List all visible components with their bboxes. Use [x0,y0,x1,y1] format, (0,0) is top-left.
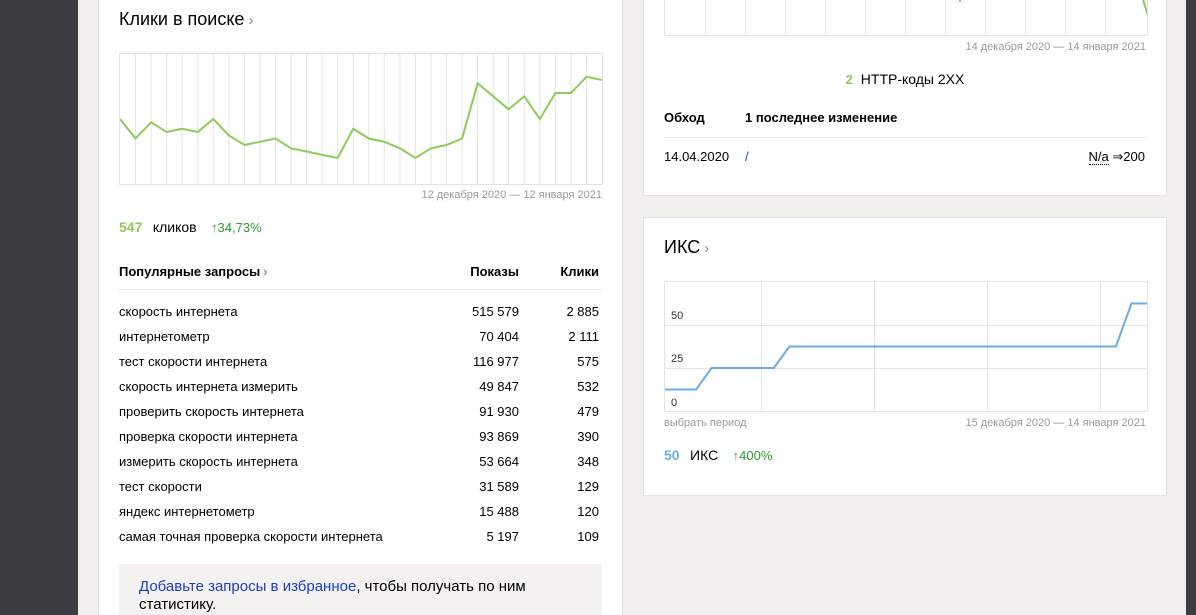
crawl-date: 14.04.2020 [664,149,730,164]
clicks-card: Клики в поиске › 12 декабря 2020 — 12 янв… [98,0,623,615]
clicks-chart[interactable] [119,53,603,185]
query-cell: тест скорости [119,479,202,494]
table-row[interactable]: проверить скорость интернета 91 930 479 [119,399,601,424]
table-row[interactable]: тест скорости интернета 116 977 575 [119,349,601,374]
status-from[interactable]: N/a [1088,149,1109,165]
clicks-chart-svg [120,54,602,184]
query-cell: интернетометр [119,329,210,344]
shows-cell: 5 197 [486,529,519,544]
clicks-growth: ↑34,73% [211,220,262,235]
clicks-cell: 479 [577,404,599,419]
table-row[interactable]: тест скорости 31 589 129 [119,474,601,499]
iks-summary: 50 ИКС ↑400% [664,447,772,465]
iks-series-line [665,302,1147,391]
clicks-cell: 575 [577,354,599,369]
iks-card: ИКС › 50 25 0 выбрать период 15 декабря 2… [643,217,1167,496]
clicks-summary: 547 кликов ↑34,73% [119,219,262,237]
select-period-link[interactable]: выбрать период [664,417,747,429]
clicks-cell: 2 885 [566,304,599,320]
favorites-hint: Добавьте запросы в избранное, чтобы полу… [119,564,602,615]
shows-cell: 515 579 [472,304,519,320]
http-chart-line-segment [1142,0,1147,17]
http-chart-svg [959,0,1147,17]
table-row[interactable]: скорость интернета измерить 49 847 532 [119,374,601,399]
right-dark-panel [1186,0,1196,615]
crawl-label: Обход [664,110,705,125]
clicks-title-link[interactable]: Клики в поиске › [119,9,253,30]
query-cell: проверка скорости интернета [119,429,298,444]
table-row[interactable]: проверка скорости интернета 93 869 390 [119,424,601,449]
chevron-right-icon: › [248,12,254,29]
table-row[interactable]: измерить скорость интернета 53 664 348 [119,449,601,474]
clicks-series-line [120,75,602,160]
clicks-cell: 120 [577,504,599,519]
http-codes-count: 2 [845,72,853,87]
left-dark-panel [0,0,78,615]
iks-title: ИКС [664,237,701,257]
shows-cell: 70 404 [479,329,519,344]
iks-growth: ↑400% [732,448,773,463]
query-cell: яндекс интернетометр [119,504,255,519]
shows-cell: 49 847 [479,379,519,394]
table-row[interactable]: яндекс интернетометр 15 488 120 [119,499,601,524]
status-to: 200 [1123,149,1145,164]
http-period: 14 декабря 2020 — 14 января 2021 [965,41,1146,53]
iks-value: 50 [664,447,680,463]
shows-cell: 93 869 [479,429,519,444]
http-chart[interactable] [664,0,1148,36]
shows-cell: 116 977 [472,354,519,369]
clicks-period: 12 декабря 2020 — 12 января 2021 [421,189,602,201]
query-cell: измерить скорость интернета [119,454,298,469]
iks-label: ИКС [690,447,719,463]
iks-period: 15 декабря 2020 — 14 января 2021 [965,417,1146,429]
clicks-cell: 109 [577,529,599,544]
header-clicks: Клики [521,263,601,290]
http-codes-card: 14 декабря 2020 — 14 января 2021 2 HTTP-… [643,0,1167,196]
divider [664,137,1146,138]
shows-cell: 31 589 [479,479,519,494]
status-change: N/a ⇒200 [1088,149,1145,165]
add-to-favorites-link[interactable]: Добавьте запросы в избранное [139,578,356,595]
http-codes-label: HTTP-коды 2XX [860,71,965,87]
clicks-cell: 532 [577,379,599,394]
query-cell: самая точная проверка скорости интернета [119,529,383,544]
last-change-label: 1 последнее изменение [745,110,898,125]
arrow-right-icon: ⇒ [1112,149,1124,164]
clicks-cell: 348 [577,454,599,469]
chevron-right-icon: › [704,240,710,257]
popular-queries-table: Популярные запросы › Показы Клики скорост… [119,263,601,549]
header-shows: Показы [441,263,521,290]
shows-cell: 15 488 [479,504,519,519]
query-rows: скорость интернета 515 579 2 885 интернетом… [119,289,601,549]
header-popular-queries-label: Популярные запросы [119,264,261,279]
header-popular-queries[interactable]: Популярные запросы › [119,263,441,290]
iks-title-link[interactable]: ИКС › [664,237,709,258]
query-cell: скорость интернета измерить [119,379,298,394]
table-row[interactable]: интернетометр 70 404 2 111 [119,324,601,349]
crawl-url-link[interactable]: / [745,149,749,164]
clicks-total-value: 547 [119,219,143,235]
shows-cell: 53 664 [479,454,519,469]
clicks-cell: 390 [577,429,599,444]
query-cell: тест скорости интернета [119,354,268,369]
clicks-title: Клики в поиске [119,9,245,29]
query-cell: скорость интернета [119,304,238,320]
shows-cell: 91 930 [479,404,519,419]
clicks-total-label: кликов [152,219,197,235]
table-header-row: Популярные запросы › Показы Клики [119,263,601,290]
clicks-cell: 2 111 [568,329,599,344]
table-row[interactable]: скорость интернета 515 579 2 885 [119,289,601,324]
http-codes-summary: 2 HTTP-коды 2XX [644,71,1166,87]
clicks-cell: 129 [577,479,599,494]
chevron-right-icon: › [263,264,268,279]
query-cell: проверить скорость интернета [119,404,304,419]
iks-chart-svg [665,302,1147,391]
table-row[interactable]: самая точная проверка скорости интернета… [119,524,601,549]
iks-chart[interactable]: 50 25 0 [664,281,1148,412]
